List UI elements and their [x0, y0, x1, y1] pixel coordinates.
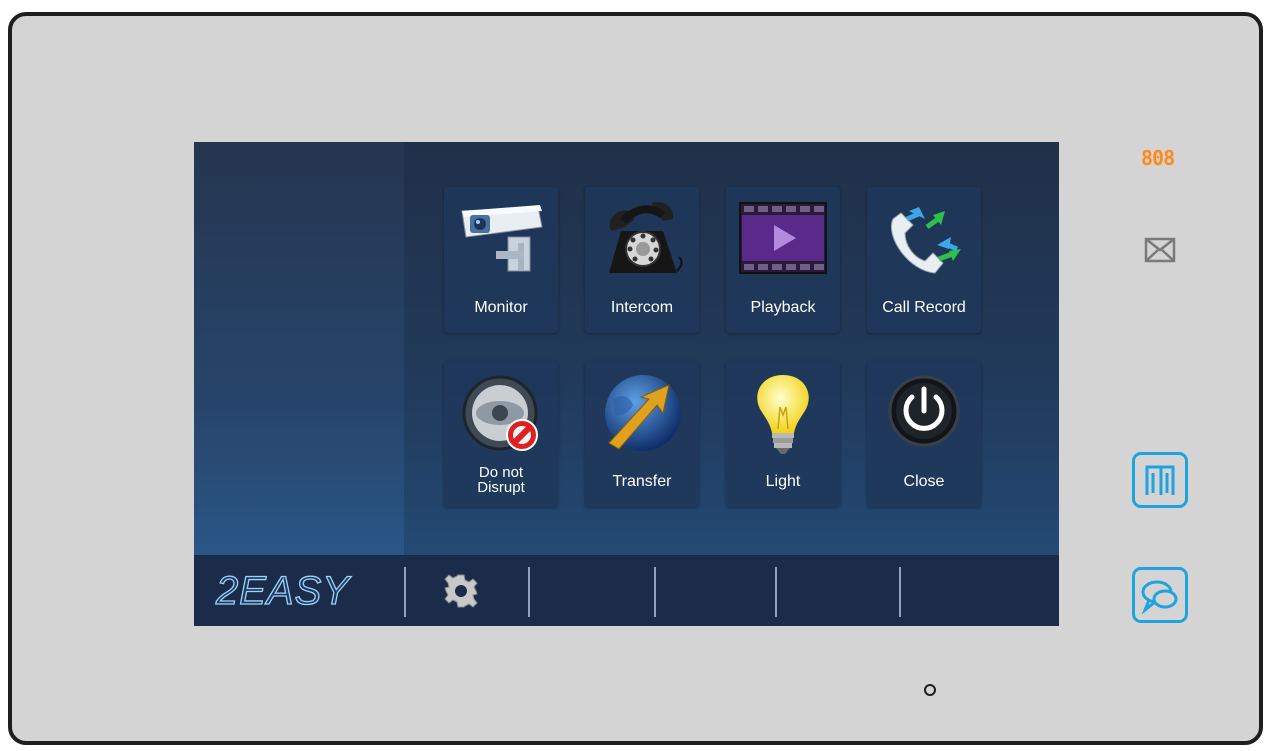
tile-label: Close	[903, 473, 945, 490]
light-bulb-icon	[757, 375, 809, 454]
gear-icon[interactable]	[443, 573, 479, 609]
bottom-bar: 2EASY	[194, 555, 1059, 626]
talk-icon	[1141, 580, 1178, 615]
tile-monitor[interactable]: Monitor	[444, 187, 558, 333]
tile-transfer[interactable]: Transfer	[585, 361, 699, 507]
call-record-arrows-icon	[891, 207, 961, 274]
door-unlock-icon	[1145, 465, 1175, 495]
do-not-disturb-icon	[462, 375, 538, 451]
transfer-globe-icon	[605, 375, 681, 451]
divider	[899, 567, 901, 617]
tile-label: Call Record	[882, 299, 966, 316]
tile-do-not-disrupt[interactable]: Do not Disrupt	[444, 361, 558, 507]
tile-label: Monitor	[474, 299, 528, 316]
tile-label: Intercom	[610, 299, 674, 316]
tile-playback[interactable]: Playback	[726, 187, 840, 333]
status-indicator: 808	[1141, 146, 1175, 170]
tile-label: Transfer	[612, 473, 672, 490]
tile-label: Do not Disrupt	[477, 464, 525, 496]
talk-button[interactable]	[1132, 567, 1188, 623]
security-camera-icon	[461, 205, 543, 272]
divider	[654, 567, 656, 617]
tile-label: Playback	[750, 299, 816, 316]
divider	[775, 567, 777, 617]
lcd-screen: Monitor Intercom Playback Call Record Do…	[194, 142, 1059, 626]
tile-light[interactable]: Light	[726, 361, 840, 507]
brand-logo: 2EASY	[215, 568, 350, 613]
door-unlock-button[interactable]	[1132, 452, 1188, 508]
divider	[528, 567, 530, 617]
tile-label: Light	[765, 473, 801, 490]
rotary-phone-icon	[609, 201, 683, 273]
video-play-icon	[739, 202, 827, 274]
mail-icon	[1144, 237, 1176, 263]
divider	[404, 567, 406, 617]
tile-intercom[interactable]: Intercom	[585, 187, 699, 333]
tile-close[interactable]: Close	[867, 361, 981, 507]
power-icon	[888, 375, 960, 447]
tile-call-record[interactable]: Call Record	[867, 187, 981, 333]
microphone-hole	[924, 684, 936, 696]
